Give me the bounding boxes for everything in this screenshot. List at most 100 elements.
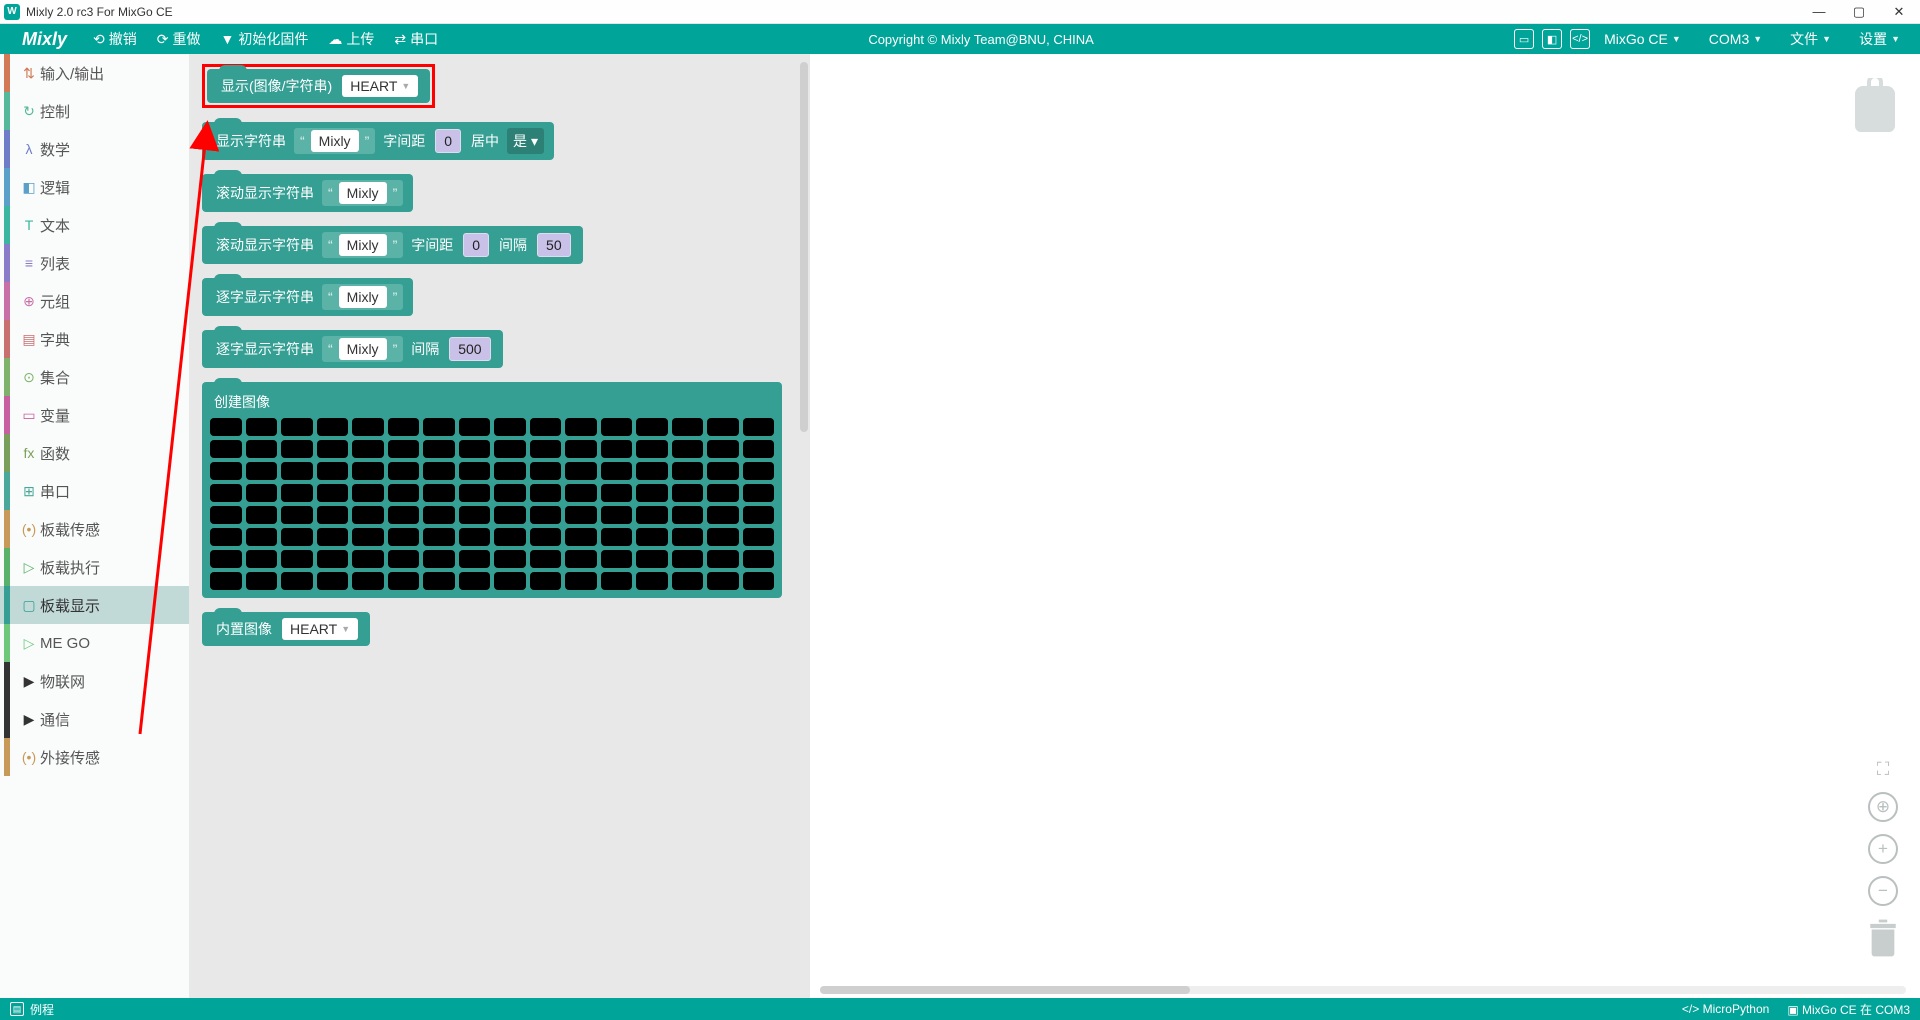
string-input[interactable]: “Mixly” <box>294 128 375 154</box>
led-cell[interactable] <box>317 550 349 568</box>
led-cell[interactable] <box>530 462 562 480</box>
led-cell[interactable] <box>530 484 562 502</box>
led-cell[interactable] <box>388 572 420 590</box>
led-cell[interactable] <box>317 528 349 546</box>
fullscreen-icon[interactable]: ⛶ <box>1877 759 1890 780</box>
upload-button[interactable]: ☁上传 <box>318 29 384 49</box>
scrollbar-thumb[interactable] <box>820 986 1190 994</box>
led-cell[interactable] <box>423 550 455 568</box>
block-show-string[interactable]: 显示字符串 “Mixly” 字间距 0 居中 是▾ <box>202 122 554 160</box>
init-firmware-button[interactable]: ▼初始化固件 <box>211 29 319 49</box>
led-cell[interactable] <box>246 528 278 546</box>
led-cell[interactable] <box>317 572 349 590</box>
block-scroll-string-gap[interactable]: 滚动显示字符串 “Mixly” 字间距 0 间隔 50 <box>202 226 583 264</box>
block-char-string-interval[interactable]: 逐字显示字符串 “Mixly” 间隔 500 <box>202 330 503 368</box>
examples-icon[interactable]: ▤ <box>10 1002 24 1016</box>
block-create-image[interactable]: 创建图像 <box>202 382 782 598</box>
status-left[interactable]: 例程 <box>30 1001 54 1018</box>
led-cell[interactable] <box>565 462 597 480</box>
led-cell[interactable] <box>743 550 775 568</box>
led-cell[interactable] <box>388 484 420 502</box>
led-cell[interactable] <box>281 506 313 524</box>
led-cell[interactable] <box>317 440 349 458</box>
led-cell[interactable] <box>530 440 562 458</box>
sidebar-item-9[interactable]: ▭变量 <box>0 396 189 434</box>
led-cell[interactable] <box>281 550 313 568</box>
led-cell[interactable] <box>246 418 278 436</box>
led-cell[interactable] <box>601 572 633 590</box>
led-cell[interactable] <box>565 418 597 436</box>
led-cell[interactable] <box>210 484 242 502</box>
led-cell[interactable] <box>601 528 633 546</box>
led-cell[interactable] <box>530 572 562 590</box>
led-cell[interactable] <box>601 440 633 458</box>
dropdown-heart[interactable]: HEART▼ <box>282 618 358 640</box>
led-cell[interactable] <box>672 572 704 590</box>
led-cell[interactable] <box>388 528 420 546</box>
led-cell[interactable] <box>459 528 491 546</box>
led-cell[interactable] <box>210 462 242 480</box>
led-cell[interactable] <box>672 506 704 524</box>
led-cell[interactable] <box>494 440 526 458</box>
led-cell[interactable] <box>352 418 384 436</box>
backpack-icon[interactable] <box>1850 78 1900 134</box>
zoom-in-icon[interactable]: + <box>1868 834 1898 864</box>
block-builtin-image[interactable]: 内置图像 HEART▼ <box>202 612 370 646</box>
sidebar-item-17[interactable]: ▶通信 <box>0 700 189 738</box>
block-char-string[interactable]: 逐字显示字符串 “Mixly” <box>202 278 413 316</box>
led-cell[interactable] <box>459 484 491 502</box>
led-cell[interactable] <box>352 572 384 590</box>
close-icon[interactable]: ✕ <box>1892 5 1906 19</box>
string-input[interactable]: “Mixly” <box>322 232 403 258</box>
led-cell[interactable] <box>388 506 420 524</box>
led-cell[interactable] <box>459 418 491 436</box>
sidebar-item-8[interactable]: ⊙集合 <box>0 358 189 396</box>
led-cell[interactable] <box>352 506 384 524</box>
led-cell[interactable] <box>423 462 455 480</box>
sidebar-item-7[interactable]: ▤字典 <box>0 320 189 358</box>
sidebar-item-5[interactable]: ≡列表 <box>0 244 189 282</box>
led-cell[interactable] <box>565 506 597 524</box>
led-cell[interactable] <box>565 528 597 546</box>
led-cell[interactable] <box>281 440 313 458</box>
led-cell[interactable] <box>636 572 668 590</box>
led-cell[interactable] <box>743 484 775 502</box>
led-cell[interactable] <box>459 550 491 568</box>
led-cell[interactable] <box>672 484 704 502</box>
led-cell[interactable] <box>352 462 384 480</box>
sidebar-item-18[interactable]: (•)外接传感 <box>0 738 189 776</box>
led-cell[interactable] <box>281 418 313 436</box>
led-cell[interactable] <box>352 550 384 568</box>
led-cell[interactable] <box>352 440 384 458</box>
sidebar-item-4[interactable]: T文本 <box>0 206 189 244</box>
led-cell[interactable] <box>672 462 704 480</box>
led-cell[interactable] <box>210 440 242 458</box>
code-icon[interactable]: </> <box>1570 29 1590 49</box>
dropdown-heart[interactable]: HEART▼ <box>342 75 418 97</box>
led-cell[interactable] <box>565 484 597 502</box>
led-cell[interactable] <box>459 462 491 480</box>
led-cell[interactable] <box>601 462 633 480</box>
led-cell[interactable] <box>636 506 668 524</box>
led-cell[interactable] <box>636 550 668 568</box>
led-cell[interactable] <box>352 528 384 546</box>
zoom-out-icon[interactable]: − <box>1868 876 1898 906</box>
interval-input[interactable]: 500 <box>449 337 490 361</box>
led-cell[interactable] <box>743 418 775 436</box>
sidebar-item-0[interactable]: ⇅输入/输出 <box>0 54 189 92</box>
led-cell[interactable] <box>707 506 739 524</box>
led-cell[interactable] <box>317 462 349 480</box>
led-cell[interactable] <box>210 528 242 546</box>
led-cell[interactable] <box>423 440 455 458</box>
gap-input[interactable]: 0 <box>435 129 461 153</box>
led-cell[interactable] <box>672 440 704 458</box>
led-cell[interactable] <box>210 572 242 590</box>
sidebar-item-10[interactable]: fx函数 <box>0 434 189 472</box>
led-cell[interactable] <box>423 572 455 590</box>
led-cell[interactable] <box>494 506 526 524</box>
led-cell[interactable] <box>246 462 278 480</box>
sidebar-item-15[interactable]: ▷ME GO <box>0 624 189 662</box>
led-cell[interactable] <box>246 550 278 568</box>
led-cell[interactable] <box>281 572 313 590</box>
led-cell[interactable] <box>743 528 775 546</box>
